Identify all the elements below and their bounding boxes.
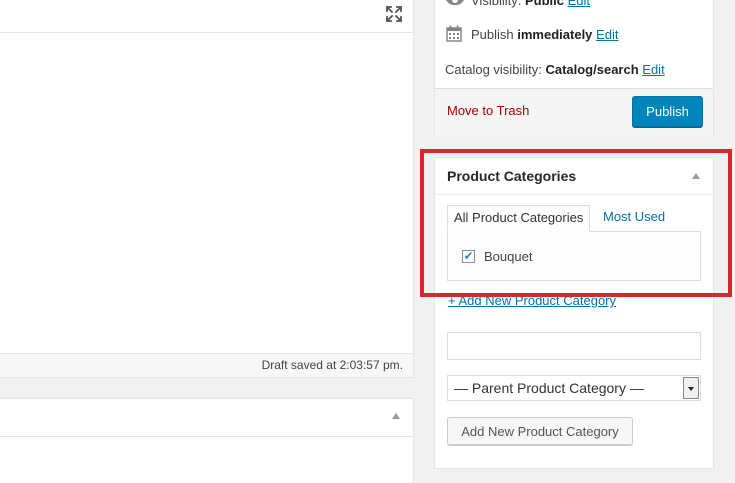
catalog-visibility-value: Catalog/search xyxy=(545,62,639,77)
parent-category-selected-value: — Parent Product Category — xyxy=(454,380,644,396)
add-new-category-link[interactable]: + Add New Product Category xyxy=(448,293,616,308)
visibility-row: Visibility: Public Edit xyxy=(471,0,590,8)
catalog-visibility-row: Catalog visibility: Catalog/search Edit xyxy=(445,62,665,77)
product-categories-header[interactable]: Product Categories xyxy=(435,158,713,195)
visibility-label: Visibility: xyxy=(471,0,522,8)
visibility-value: Public xyxy=(524,0,564,8)
secondary-meta-box xyxy=(0,398,414,483)
editor-status-bar: Draft saved at 2:03:57 pm. xyxy=(0,353,413,377)
parent-category-select[interactable]: — Parent Product Category — xyxy=(447,375,701,401)
publish-button[interactable]: Publish xyxy=(632,96,703,127)
publish-actions: Move to Trash Publish xyxy=(435,88,713,136)
editor-toolbar xyxy=(0,0,413,33)
publish-schedule-edit-link[interactable]: Edit xyxy=(596,27,618,42)
catalog-visibility-label: Catalog visibility: xyxy=(445,62,542,77)
calendar-icon xyxy=(446,25,462,42)
publish-box: Visibility: Public Edit Publish immediat… xyxy=(434,0,714,136)
publish-schedule-label: Publish xyxy=(471,27,514,42)
eye-icon xyxy=(445,0,465,7)
collapse-arrow-icon[interactable] xyxy=(692,173,700,179)
chevron-down-icon[interactable] xyxy=(683,377,699,399)
secondary-meta-box-header[interactable] xyxy=(0,399,413,437)
product-categories-title: Product Categories xyxy=(447,168,577,184)
editor-box: Draft saved at 2:03:57 pm. xyxy=(0,0,414,378)
draft-status-text: Draft saved at 2:03:57 pm. xyxy=(261,358,403,372)
publish-schedule-value: immediately xyxy=(517,27,593,42)
new-category-name-input[interactable] xyxy=(447,332,701,360)
fullscreen-icon[interactable] xyxy=(385,5,403,23)
category-label[interactable]: Bouquet xyxy=(484,249,532,264)
add-new-category-button[interactable]: Add New Product Category xyxy=(447,417,633,445)
visibility-edit-link[interactable]: Edit xyxy=(568,0,590,8)
collapse-arrow-icon[interactable] xyxy=(392,413,400,419)
catalog-visibility-edit-link[interactable]: Edit xyxy=(642,62,664,77)
tab-all-product-categories[interactable]: All Product Categories xyxy=(447,205,591,232)
product-categories-box: Product Categories All Product Categorie… xyxy=(434,157,714,469)
publish-schedule-row: Publish immediately Edit xyxy=(471,27,618,42)
tab-most-used[interactable]: Most Used xyxy=(603,209,665,224)
move-to-trash-link[interactable]: Move to Trash xyxy=(447,103,529,118)
category-checklist: ✔ Bouquet xyxy=(447,231,701,281)
bouquet-checkbox[interactable]: ✔ xyxy=(462,250,475,263)
